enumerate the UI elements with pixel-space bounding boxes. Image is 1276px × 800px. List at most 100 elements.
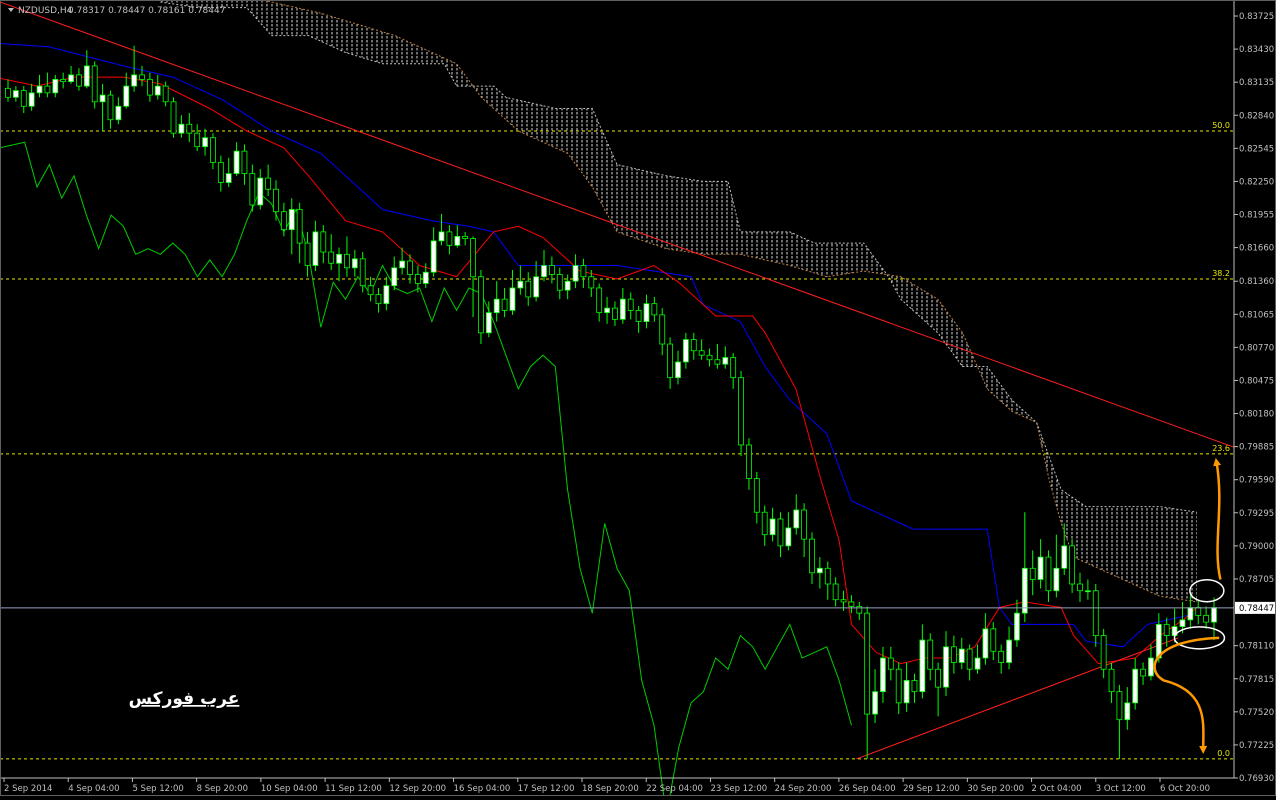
candle-body <box>872 691 878 715</box>
symbol-label: NZDUSD,H4 <box>18 6 73 16</box>
candle-body <box>478 276 484 334</box>
candle-body <box>525 280 532 298</box>
candle-body <box>548 265 555 275</box>
y-tick-label: 0.78447 <box>1239 604 1274 614</box>
candle-body <box>383 285 390 305</box>
chart-header: NZDUSD,H4 0.78317 0.78447 0.78161 0.7844… <box>8 6 225 16</box>
candle-body <box>344 253 350 269</box>
candle-body <box>982 628 989 659</box>
candle-body <box>1053 567 1060 592</box>
candle <box>738 370 744 457</box>
candle-body <box>706 354 713 361</box>
x-tick-label: 11 Sep 12:00 <box>325 784 382 794</box>
candle-body <box>485 312 492 334</box>
candle-body <box>351 258 358 269</box>
candle-body <box>430 240 437 273</box>
candle-body <box>753 478 760 513</box>
x-tick-label: 18 Sep 20:00 <box>582 784 639 794</box>
candle-body <box>1203 614 1210 623</box>
x-tick-label: 23 Sep 12:00 <box>710 784 767 794</box>
y-tick-label: 0.78705 <box>1239 575 1274 585</box>
candle-body <box>280 211 287 231</box>
candle-body <box>36 85 43 94</box>
y-tick-label: 0.82840 <box>1239 111 1274 121</box>
candle-body <box>20 90 27 107</box>
y-tick-label: 0.77520 <box>1239 708 1274 718</box>
y-tick-label: 0.81660 <box>1239 244 1274 254</box>
y-tick-label: 0.82250 <box>1239 177 1274 187</box>
y-tick-label: 0.79885 <box>1239 443 1274 453</box>
candle-body <box>1148 657 1154 677</box>
watermark-text: عرب فوركس <box>129 689 240 709</box>
candle-body <box>454 235 461 246</box>
candle-body <box>493 298 500 314</box>
candle-body <box>146 78 153 96</box>
y-tick-label: 0.79000 <box>1239 542 1274 552</box>
candle-body <box>580 265 587 278</box>
y-tick-label: 0.78110 <box>1239 642 1274 652</box>
x-tick-label: 29 Sep 12:00 <box>903 784 960 794</box>
x-tick-label: 24 Sep 20:00 <box>775 784 832 794</box>
candle-body <box>1179 619 1186 628</box>
y-tick-label: 0.79590 <box>1239 476 1274 486</box>
candle-body <box>1116 691 1123 721</box>
price-chart: 50.038.223.60.0 0.837250.834300.831350.8… <box>0 0 1276 800</box>
y-tick-label: 0.83135 <box>1239 78 1274 88</box>
candle-body <box>210 137 216 163</box>
x-tick-label: 10 Sep 04:00 <box>261 784 318 794</box>
candle-body <box>809 538 815 574</box>
candle-body <box>422 271 429 284</box>
candle-body <box>1132 668 1139 704</box>
candle-body <box>612 307 618 320</box>
x-tick-label: 22 Sep 04:00 <box>646 784 703 794</box>
candle-body <box>785 527 792 547</box>
candle-body <box>746 444 752 479</box>
candle-body <box>123 85 130 107</box>
candle-body <box>627 298 634 311</box>
candle-body <box>312 231 319 266</box>
candle-body <box>635 309 642 322</box>
candle-body <box>801 509 808 540</box>
candle-body <box>793 509 800 529</box>
candle-body <box>438 231 445 242</box>
candle-body <box>115 105 122 121</box>
candle-body <box>399 260 406 269</box>
candle-body <box>564 280 571 291</box>
candle-body <box>1092 590 1099 636</box>
candle-body <box>320 231 327 253</box>
candle-body <box>1163 623 1170 636</box>
candle-body <box>848 601 855 607</box>
y-tick-label: 0.83430 <box>1239 45 1274 55</box>
candle-body <box>533 276 540 298</box>
candle-body <box>1029 567 1036 580</box>
y-tick-label: 0.80475 <box>1239 376 1274 386</box>
candle-body <box>304 242 311 266</box>
candle-body <box>816 567 823 574</box>
candle-body <box>690 339 697 352</box>
candle-body <box>501 298 508 311</box>
candle-body <box>1124 702 1131 721</box>
fib-label: 50.0 <box>1212 121 1230 130</box>
candle-body <box>241 150 248 174</box>
candle-body <box>1211 607 1217 623</box>
candle-body <box>186 123 193 134</box>
candle-body <box>730 357 737 379</box>
candle-body <box>950 646 957 663</box>
candle <box>91 61 98 109</box>
candle-body <box>903 680 910 704</box>
candle-body <box>1077 583 1083 592</box>
candle-body <box>407 260 413 275</box>
candle-body <box>509 287 516 311</box>
y-tick-label: 0.82545 <box>1239 144 1274 154</box>
candle-body <box>1069 545 1076 585</box>
candle-body <box>273 188 279 213</box>
candle-body <box>1006 639 1012 663</box>
y-tick-label: 0.81065 <box>1239 310 1274 320</box>
candle-body <box>99 94 106 103</box>
candle-body <box>328 251 335 264</box>
candle-body <box>202 137 208 148</box>
candle-body <box>974 657 981 670</box>
candle-body <box>367 285 374 296</box>
x-tick-label: 2 Sep 2014 <box>4 784 52 794</box>
candle-body <box>60 78 67 83</box>
